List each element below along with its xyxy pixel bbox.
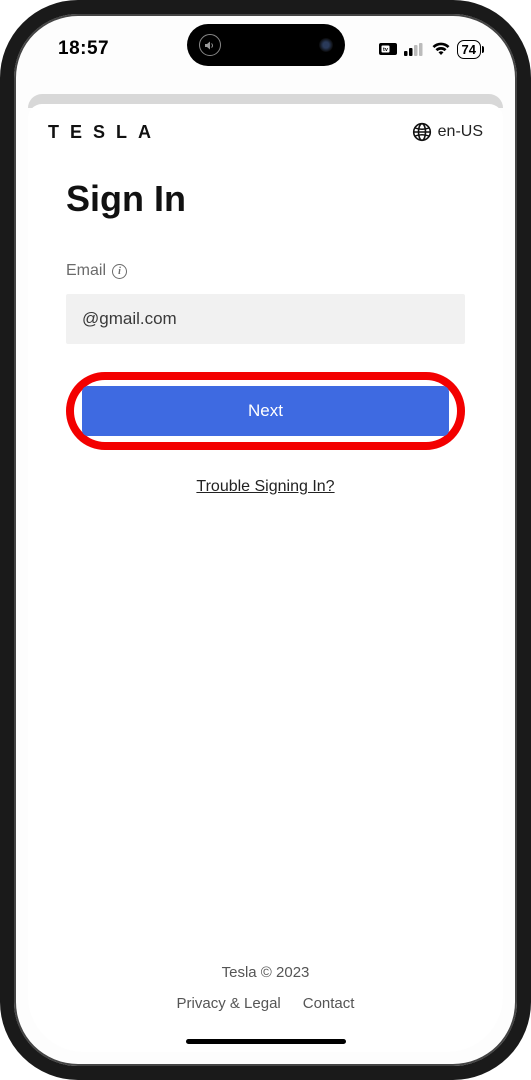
carplay-icon: tv bbox=[378, 42, 398, 56]
speaker-icon bbox=[199, 34, 221, 56]
main: Sign In Email i @gmail.com Next Trouble … bbox=[28, 150, 503, 1052]
next-button[interactable]: Next bbox=[82, 386, 449, 436]
battery-indicator: 74 bbox=[457, 40, 481, 59]
topbar: TESLA en-US bbox=[28, 104, 503, 150]
email-label: Email bbox=[66, 262, 106, 280]
dynamic-island bbox=[187, 24, 345, 66]
contact-link[interactable]: Contact bbox=[303, 995, 355, 1012]
info-icon[interactable]: i bbox=[112, 264, 127, 279]
camera-icon bbox=[319, 38, 333, 52]
trouble-signing-in-link[interactable]: Trouble Signing In? bbox=[66, 478, 465, 496]
page-title: Sign In bbox=[66, 178, 465, 220]
home-indicator[interactable] bbox=[186, 1039, 346, 1044]
svg-text:TESLA: TESLA bbox=[48, 123, 162, 141]
locale-selector[interactable]: en-US bbox=[412, 122, 483, 142]
email-label-row: Email i bbox=[66, 262, 465, 280]
device-frame: 18:57 tv 74 TESLA bbox=[0, 0, 531, 1080]
footer-links: Privacy & Legal Contact bbox=[66, 995, 465, 1012]
locale-label: en-US bbox=[438, 123, 483, 141]
copyright-text: Tesla © 2023 bbox=[66, 964, 465, 981]
content-sheet: TESLA en-US Sign In Email i @gmail.com N… bbox=[28, 104, 503, 1052]
status-right: tv 74 bbox=[378, 40, 481, 59]
tesla-logo: TESLA bbox=[48, 123, 168, 141]
privacy-legal-link[interactable]: Privacy & Legal bbox=[177, 995, 281, 1012]
email-visible-part: @gmail.com bbox=[82, 309, 177, 329]
email-field[interactable]: @gmail.com bbox=[66, 294, 465, 344]
annotation-highlight: Next bbox=[66, 372, 465, 450]
wifi-icon bbox=[431, 42, 451, 56]
status-time: 18:57 bbox=[58, 38, 109, 60]
globe-icon bbox=[412, 122, 432, 142]
cellular-icon bbox=[404, 43, 425, 56]
